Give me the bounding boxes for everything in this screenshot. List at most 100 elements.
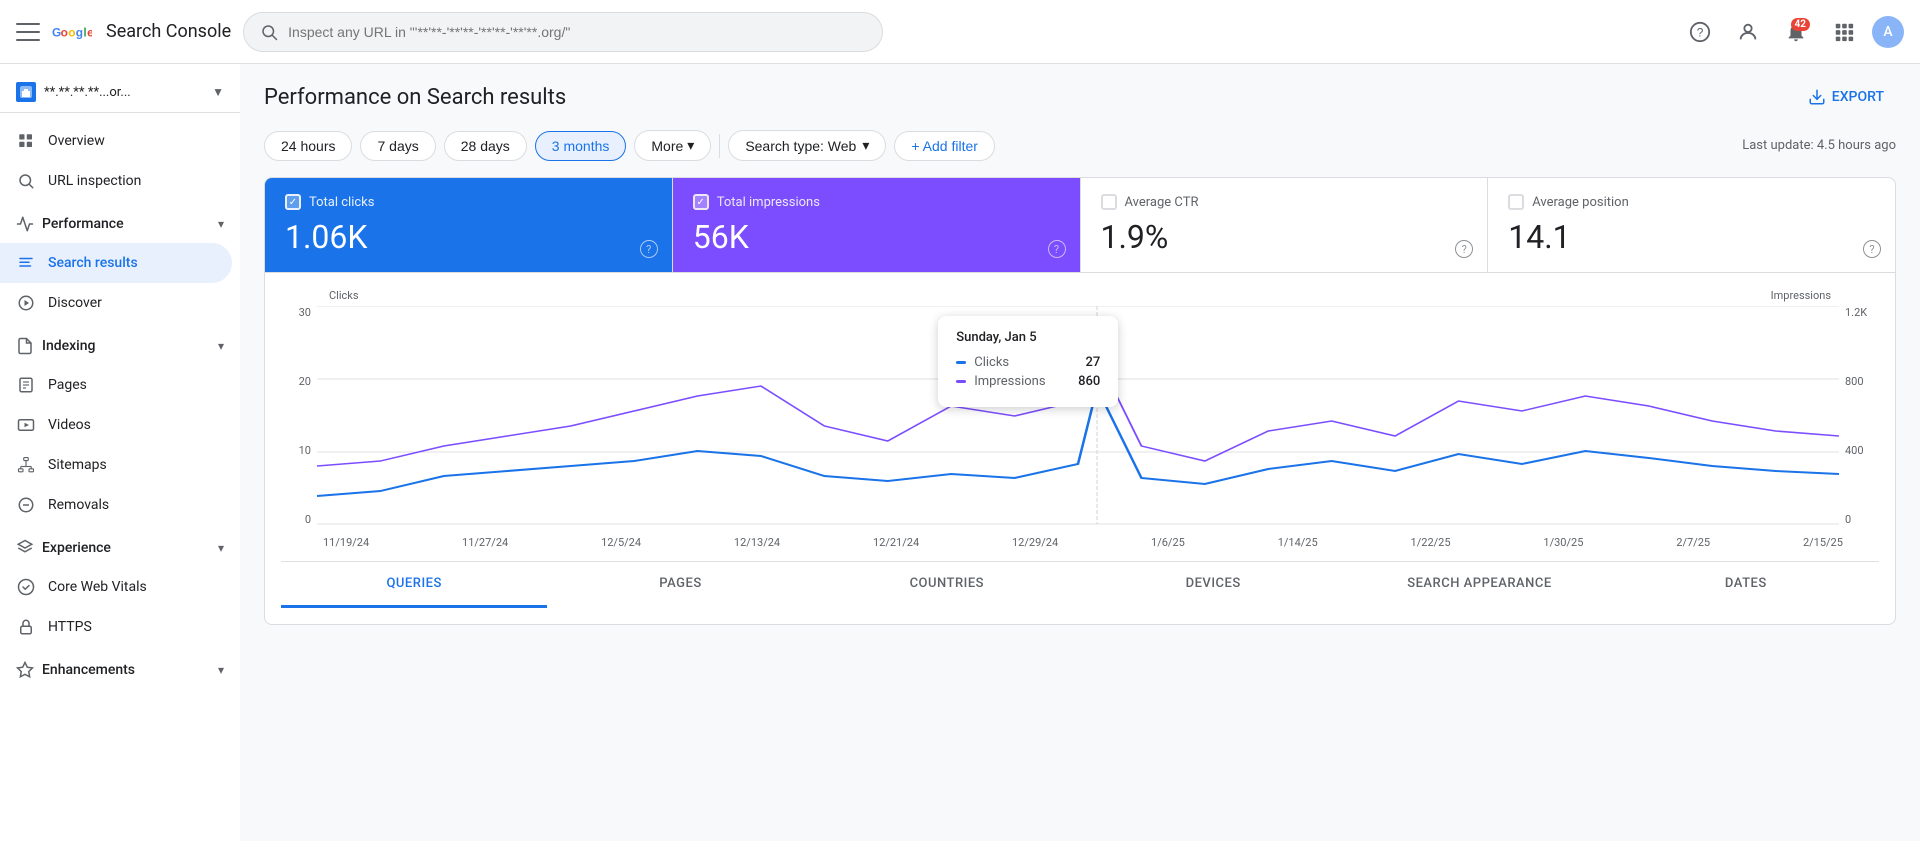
- metric-check-position: [1508, 194, 1524, 210]
- topbar-actions: ? 42 A: [1680, 12, 1904, 52]
- svg-text:?: ?: [1697, 25, 1704, 39]
- sidebar: **.**.**.**...or... ▼ Overview URL inspe…: [0, 64, 240, 841]
- tab-dates[interactable]: DATES: [1613, 562, 1879, 608]
- y-right-label-2: 400: [1845, 444, 1879, 457]
- sidebar-item-search-results[interactable]: Search results: [0, 243, 232, 283]
- metric-card-position[interactable]: Average position 14.1 ?: [1488, 178, 1895, 272]
- experience-section[interactable]: Experience ▾: [0, 529, 240, 567]
- sidebar-item-removals[interactable]: Removals: [0, 485, 232, 525]
- tab-search-appearance[interactable]: SEARCH APPEARANCE: [1346, 562, 1612, 608]
- add-filter-button[interactable]: + Add filter: [894, 131, 995, 161]
- filter-3months[interactable]: 3 months: [535, 131, 627, 161]
- https-icon: [16, 617, 36, 637]
- property-selector[interactable]: **.**.**.**...or... ▼: [0, 72, 240, 113]
- sidebar-item-core-web-vitals[interactable]: Core Web Vitals: [0, 567, 232, 607]
- metric-cards: Total clicks 1.06K ? Total impressions 5…: [264, 177, 1896, 273]
- sidebar-item-label-url-inspection: URL inspection: [48, 173, 141, 189]
- app-title: Search Console: [106, 21, 231, 42]
- tab-pages[interactable]: PAGES: [547, 562, 813, 608]
- tooltip-clicks-dot: [956, 361, 966, 364]
- metric-card-ctr[interactable]: Average CTR 1.9% ?: [1081, 178, 1489, 272]
- y-left-label-2: 10: [281, 444, 311, 457]
- avatar[interactable]: A: [1872, 16, 1904, 48]
- metric-help-ctr[interactable]: ?: [1455, 240, 1473, 258]
- y-left-label-1: 20: [281, 375, 311, 388]
- pages-icon: [16, 375, 36, 395]
- removals-icon: [16, 495, 36, 515]
- more-chevron-icon: ▾: [687, 137, 694, 154]
- sidebar-item-pages[interactable]: Pages: [0, 365, 232, 405]
- sidebar-item-discover[interactable]: Discover: [0, 283, 232, 323]
- tooltip-impressions-value: 860: [1078, 374, 1100, 389]
- performance-section[interactable]: Performance ▾: [0, 205, 240, 243]
- tooltip-impressions-label: Impressions: [974, 374, 1070, 389]
- metric-card-impressions[interactable]: Total impressions 56K ?: [673, 178, 1081, 272]
- sidebar-item-url-inspection[interactable]: URL inspection: [0, 161, 232, 201]
- filter-bar: 24 hours 7 days 28 days 3 months More ▾ …: [264, 130, 1896, 161]
- metric-label-clicks: Total clicks: [309, 195, 374, 210]
- metric-value-position: 14.1: [1508, 218, 1875, 256]
- indexing-section[interactable]: Indexing ▾: [0, 327, 240, 365]
- export-button[interactable]: EXPORT: [1796, 80, 1896, 114]
- metric-label-impressions: Total impressions: [717, 195, 820, 210]
- search-bar[interactable]: [243, 12, 883, 52]
- x-label-5: 12/29/24: [1012, 536, 1058, 549]
- google-logo: G o o g l e: [52, 20, 92, 44]
- svg-text:l: l: [83, 25, 86, 39]
- metric-help-impressions[interactable]: ?: [1048, 240, 1066, 258]
- main-content: Performance on Search results EXPORT 24 …: [240, 64, 1920, 841]
- tab-queries[interactable]: QUERIES: [281, 562, 547, 608]
- filter-24hours[interactable]: 24 hours: [264, 131, 352, 161]
- x-label-6: 1/6/25: [1151, 536, 1185, 549]
- filter-separator: [719, 134, 720, 158]
- account-button[interactable]: [1728, 12, 1768, 52]
- sidebar-item-label-videos: Videos: [48, 417, 91, 433]
- property-dropdown-icon: ▼: [212, 85, 224, 99]
- chart-tooltip: Sunday, Jan 5 Clicks 27 Impressions 860: [938, 316, 1118, 407]
- tab-countries[interactable]: COUNTRIES: [814, 562, 1080, 608]
- sidebar-item-label-pages: Pages: [48, 377, 87, 393]
- apps-button[interactable]: [1824, 12, 1864, 52]
- search-icon: [260, 23, 278, 41]
- menu-icon[interactable]: [16, 20, 40, 44]
- search-type-filter[interactable]: Search type: Web ▾: [728, 130, 886, 161]
- property-icon: [16, 82, 36, 102]
- metric-card-ctr-header: Average CTR: [1101, 194, 1468, 210]
- svg-text:e: e: [87, 25, 92, 39]
- export-label: EXPORT: [1832, 89, 1884, 105]
- enhancements-section[interactable]: Enhancements ▾: [0, 651, 240, 689]
- property-text: **.**.**.**...or...: [44, 85, 204, 100]
- search-type-chevron-icon: ▾: [862, 137, 869, 154]
- tooltip-impressions-dot: [956, 380, 966, 383]
- discover-icon: [16, 293, 36, 313]
- chart-container: Clicks Impressions 30 20 10 0: [264, 273, 1896, 625]
- filter-28days[interactable]: 28 days: [444, 131, 527, 161]
- metric-help-clicks[interactable]: ?: [640, 240, 658, 258]
- tabs-bar: QUERIES PAGES COUNTRIES DEVICES SEARCH A…: [281, 561, 1879, 608]
- y-left-label-3: 0: [281, 513, 311, 526]
- metric-help-position[interactable]: ?: [1863, 240, 1881, 258]
- experience-section-label: Experience: [42, 540, 111, 556]
- sidebar-item-sitemaps[interactable]: Sitemaps: [0, 445, 232, 485]
- metric-card-clicks[interactable]: Total clicks 1.06K ?: [265, 178, 673, 272]
- x-label-2: 12/5/24: [601, 536, 641, 549]
- svg-text:o: o: [61, 25, 68, 39]
- help-button[interactable]: ?: [1680, 12, 1720, 52]
- metric-check-impressions: [693, 194, 709, 210]
- sidebar-item-overview[interactable]: Overview: [0, 121, 232, 161]
- x-label-3: 12/13/24: [734, 536, 780, 549]
- metric-check-ctr: [1101, 194, 1117, 210]
- search-input[interactable]: [288, 24, 866, 40]
- sidebar-item-label-https: HTTPS: [48, 619, 92, 635]
- chart-right-axis-title: Impressions: [1771, 289, 1831, 302]
- notifications-button[interactable]: 42: [1776, 12, 1816, 52]
- last-update: Last update: 4.5 hours ago: [1742, 138, 1896, 153]
- x-label-10: 2/7/25: [1676, 536, 1710, 549]
- sidebar-item-videos[interactable]: Videos: [0, 405, 232, 445]
- filter-more[interactable]: More ▾: [634, 130, 711, 161]
- metric-card-clicks-header: Total clicks: [285, 194, 652, 210]
- svg-text:g: g: [76, 25, 83, 39]
- filter-7days[interactable]: 7 days: [360, 131, 435, 161]
- sidebar-item-https[interactable]: HTTPS: [0, 607, 232, 647]
- tab-devices[interactable]: DEVICES: [1080, 562, 1346, 608]
